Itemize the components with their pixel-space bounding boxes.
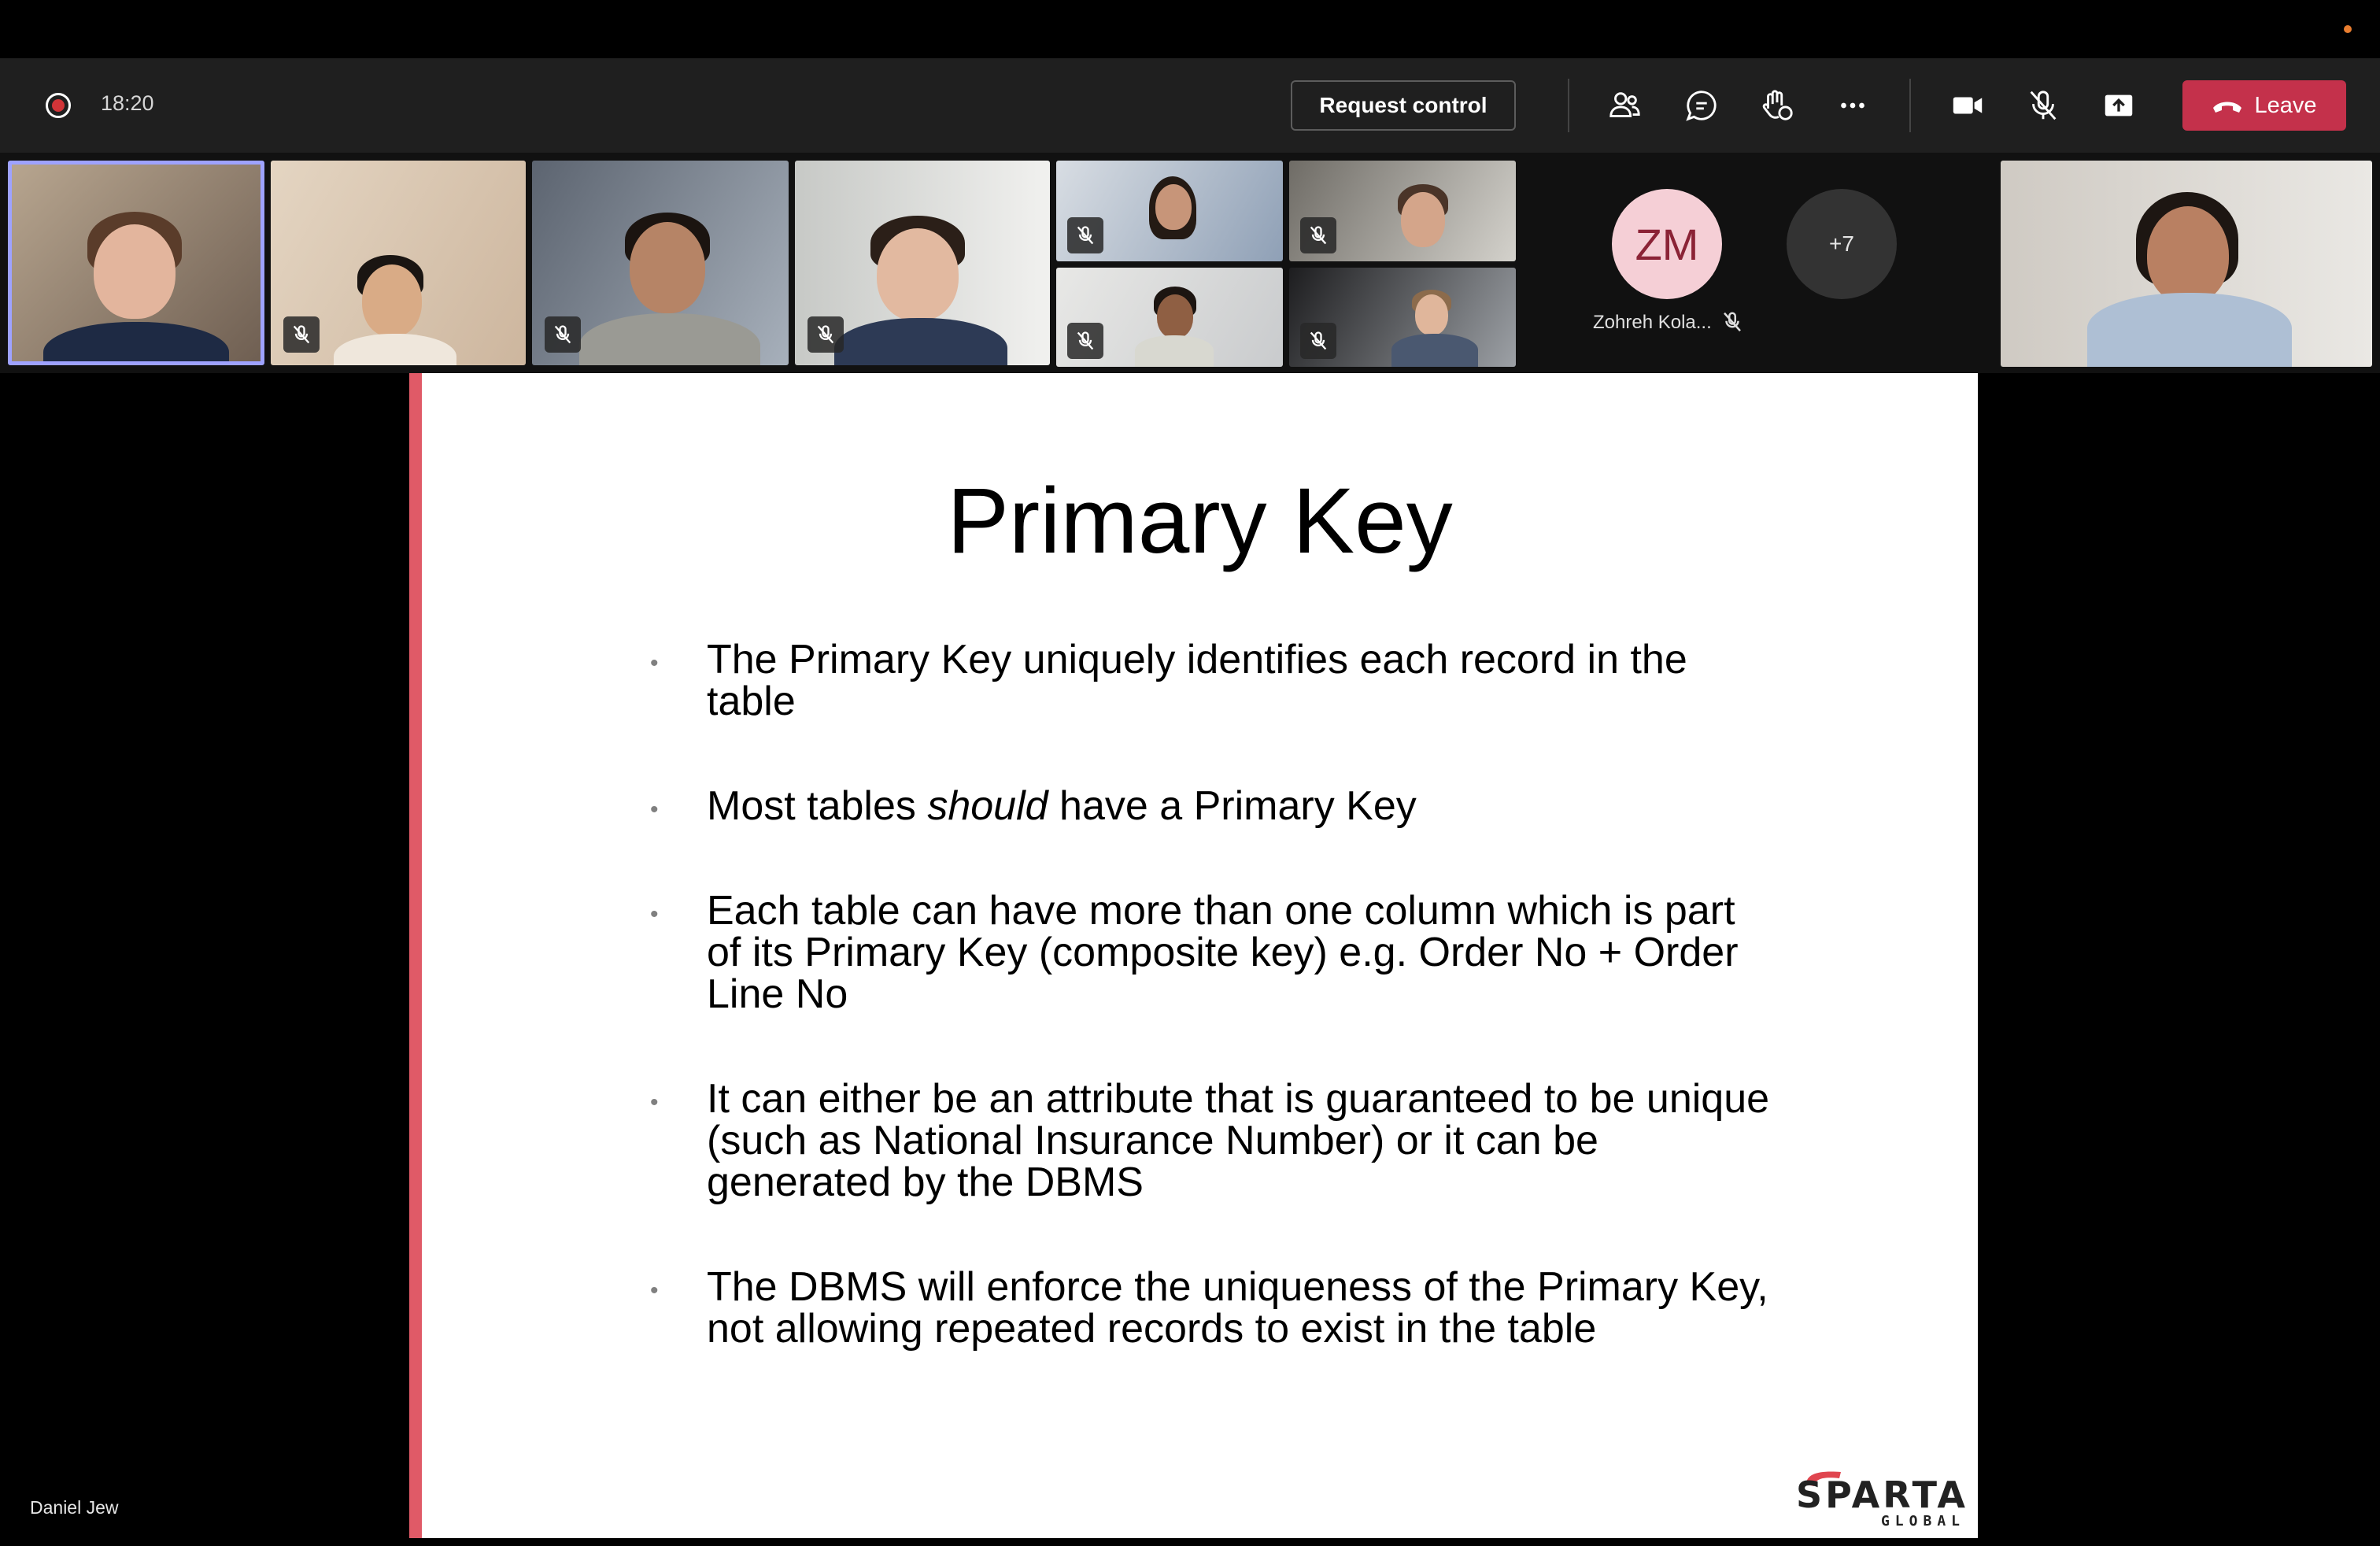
leave-button[interactable]: Leave	[2182, 80, 2346, 131]
slide-bullet: The Primary Key uniquely identifies each…	[650, 639, 1776, 723]
request-control-button[interactable]: Request control	[1291, 80, 1516, 131]
more-icon[interactable]	[1832, 85, 1873, 126]
video-tile[interactable]	[1056, 161, 1283, 261]
muted-icon	[283, 316, 320, 353]
window-top-strip	[0, 0, 2380, 58]
hangup-icon	[2213, 102, 2242, 113]
video-tile[interactable]	[1289, 161, 1516, 261]
muted-icon	[1067, 217, 1103, 253]
sparta-global-logo: SPARTA GLOBAL	[1796, 1467, 1968, 1530]
video-tile[interactable]	[532, 161, 789, 365]
video-tile[interactable]	[271, 161, 526, 365]
slide-title: Primary Key	[947, 469, 1453, 573]
overflow-participants-button[interactable]: +7	[1787, 189, 1897, 299]
video-tile[interactable]	[2001, 161, 2372, 367]
toolbar-divider	[1909, 79, 1911, 132]
presentation-slide: Primary Key The Primary Key uniquely ide…	[422, 373, 1978, 1538]
reactions-icon[interactable]	[1757, 85, 1798, 126]
slide-bullet: Most tables should have a Primary Key	[650, 786, 1776, 831]
muted-icon	[1300, 323, 1336, 359]
muted-icon	[808, 316, 844, 353]
participant-name: Zohreh Kola...	[1593, 312, 1712, 333]
participant-gallery: ZM Zohreh Kola... +7	[0, 153, 2380, 373]
slide-bullet: It can either be an attribute that is gu…	[650, 1078, 1776, 1204]
notification-dot	[2344, 25, 2352, 33]
muted-icon	[545, 316, 581, 353]
video-tile[interactable]	[8, 161, 264, 365]
chat-icon[interactable]	[1681, 85, 1722, 126]
video-tile[interactable]	[1289, 268, 1516, 367]
mic-muted-icon[interactable]	[2023, 85, 2064, 126]
muted-icon	[1067, 323, 1103, 359]
record-icon	[46, 93, 71, 118]
meeting-timer: 18:20	[101, 91, 154, 115]
share-icon[interactable]	[2098, 85, 2139, 126]
toolbar-divider	[1568, 79, 1569, 132]
participant-avatar[interactable]: ZM	[1612, 189, 1722, 299]
video-tile[interactable]	[795, 161, 1050, 365]
people-icon[interactable]	[1604, 85, 1645, 126]
camera-icon[interactable]	[1947, 85, 1988, 126]
meeting-toolbar: 18:20 Request control Leave	[0, 58, 2380, 153]
presenter-name-label: Daniel Jew	[30, 1497, 119, 1518]
slide-bullet-list: The Primary Key uniquely identifies each…	[650, 639, 1776, 1413]
video-tile[interactable]	[1056, 268, 1283, 367]
slide-accent-bar	[409, 373, 422, 1538]
leave-label: Leave	[2254, 92, 2317, 118]
muted-icon	[1724, 312, 1741, 332]
slide-bullet: The DBMS will enforce the uniqueness of …	[650, 1267, 1776, 1350]
slide-bullet: Each table can have more than one column…	[650, 890, 1776, 1015]
shared-content-stage: Primary Key The Primary Key uniquely ide…	[8, 373, 2372, 1538]
muted-icon	[1300, 217, 1336, 253]
